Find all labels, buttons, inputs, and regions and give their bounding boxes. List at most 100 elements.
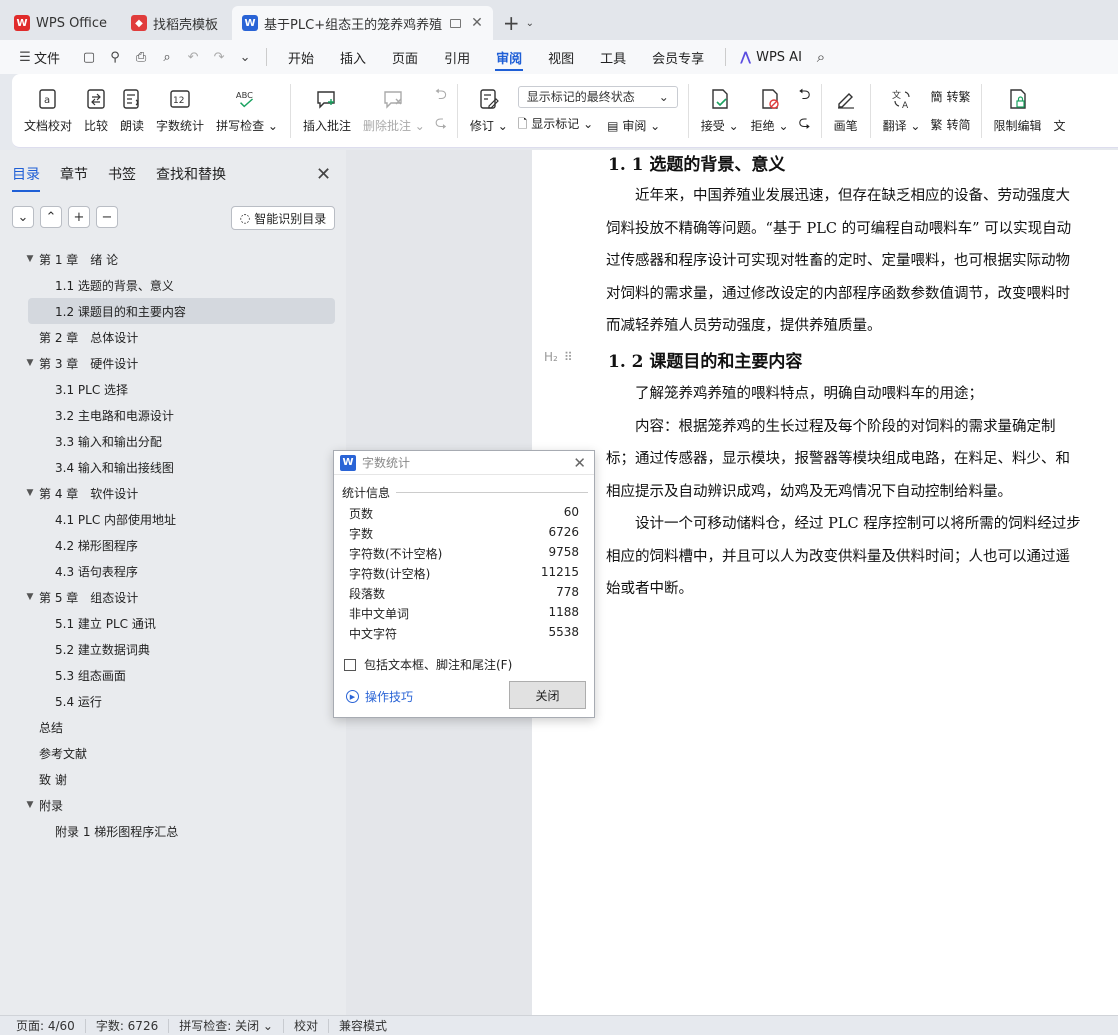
prev-comment-icon[interactable]: ⮌ <box>435 85 447 107</box>
next-comment-icon[interactable]: ⮎ <box>435 113 447 135</box>
toc-item[interactable]: 1.1 选题的背景、意义 <box>0 272 346 298</box>
close-button[interactable]: 关闭 <box>509 681 586 709</box>
show-markup-button[interactable]: 🗋 显示标记 ⌄ <box>518 115 593 136</box>
redo-icon[interactable]: ↷ <box>208 46 230 68</box>
expand-icon[interactable]: ⌄ <box>12 206 34 228</box>
caret-down-icon[interactable]: ▼ <box>24 254 36 264</box>
spell-check-indicator[interactable]: 拼写检查: 关闭 ⌄ <box>169 1018 284 1033</box>
tab-close-icon[interactable]: ✕ <box>471 15 483 31</box>
tab-toc[interactable]: 目录 <box>12 164 40 192</box>
heading-marker[interactable]: H₂ ⠿ <box>544 350 573 364</box>
toc-item[interactable]: 总结 <box>0 714 346 740</box>
text-line[interactable]: 过传感器和程序设计可实现对牲畜的定时、定量喂料，也可根据实际动物 <box>606 245 1070 278</box>
text-line[interactable]: 对饲料的需求量，通过修改设定的内部程序函数参数值调节，改变喂料时 <box>606 278 1070 311</box>
text-line[interactable]: 了解笼养鸡养殖的喂料特点，明确自动喂料车的用途； <box>606 378 983 411</box>
restrict-edit-button[interactable]: 限制编辑 <box>988 78 1048 144</box>
toc-item[interactable]: 参考文献 <box>0 740 346 766</box>
save-icon[interactable]: ▢ <box>78 46 100 68</box>
collapse-icon[interactable]: ⌃ <box>40 206 62 228</box>
toc-item[interactable]: 第 2 章 总体设计 <box>0 324 346 350</box>
toc-item[interactable]: ▼ 第 4 章 软件设计 <box>0 480 346 506</box>
word-count-button[interactable]: 12 字数统计 <box>150 78 210 144</box>
to-traditional-button[interactable]: 簡转繁 <box>930 87 970 107</box>
close-icon[interactable]: ✕ <box>316 164 331 185</box>
minus-icon[interactable]: − <box>96 206 118 228</box>
caret-down-icon[interactable]: ▼ <box>24 488 36 498</box>
tab-template[interactable]: ◆ 找稻壳模板 <box>121 6 229 40</box>
insert-comment-button[interactable]: 插入批注 <box>297 78 357 144</box>
translate-button[interactable]: 文A 翻译 ⌄ <box>877 78 927 144</box>
next-change-icon[interactable]: ⮎ <box>799 113 811 135</box>
text-line[interactable]: 相应的饲料槽中，并且可以人为改变供料量及供料时间；人也可以通过遥 <box>606 541 1070 574</box>
menu-page[interactable]: 页面 <box>379 40 431 74</box>
toc-item[interactable]: 4.2 梯形图程序 <box>0 532 346 558</box>
toc-item[interactable]: 3.3 输入和输出分配 <box>0 428 346 454</box>
text-line[interactable]: 设计一个可移动储料仓，经过 PLC 程序控制可以将所需的饲料经过步 <box>606 508 1081 541</box>
tab-bookmarks[interactable]: 书签 <box>108 164 136 192</box>
tab-find-replace[interactable]: 查找和替换 <box>156 164 226 192</box>
revise-button[interactable]: 修订 ⌄ <box>464 78 514 144</box>
read-aloud-button[interactable]: 朗读 <box>114 78 150 144</box>
toc-item[interactable]: ▼ 第 1 章 绪 论 <box>0 246 346 272</box>
close-icon[interactable]: ✕ <box>573 454 586 472</box>
markup-state-select[interactable]: 显示标记的最终状态 ⌄ <box>517 85 678 108</box>
caret-down-icon[interactable]: ▼ <box>24 592 36 602</box>
chevron-down-icon[interactable]: ⌄ <box>234 46 256 68</box>
text-line[interactable]: 饲料投放不精确等问题。“基于 PLC 的可编程自动喂料车” 可以实现自动 <box>606 213 1071 246</box>
menu-insert[interactable]: 插入 <box>327 40 379 74</box>
delete-comment-button[interactable]: 删除批注 ⌄ <box>357 78 431 144</box>
text-line[interactable]: 内容：根据笼养鸡的生长过程及每个阶段的对饲料的需求量确定制 <box>606 411 1056 444</box>
plus-icon[interactable]: + <box>68 206 90 228</box>
tab-document[interactable]: W 基于PLC+组态王的笼养鸡养殖 ✕ <box>232 6 493 40</box>
undo-icon[interactable]: ↶ <box>182 46 204 68</box>
caret-down-icon[interactable]: ▼ <box>24 358 36 368</box>
new-tab-button[interactable]: + ⌄ <box>497 6 540 40</box>
toc-item[interactable]: 5.3 组态画面 <box>0 662 346 688</box>
to-simplified-button[interactable]: 繁转简 <box>930 115 970 135</box>
toc-item[interactable]: 3.4 输入和输出接线图 <box>0 454 346 480</box>
text-line[interactable]: 近年来，中国养殖业发展迅速，但存在缺乏相应的设备、劳动强度大 <box>606 180 1070 213</box>
file-menu[interactable]: 文件 <box>34 48 60 67</box>
toc-item[interactable]: 5.2 建立数据词典 <box>0 636 346 662</box>
tab-wps-office[interactable]: W WPS Office <box>4 6 118 40</box>
dialog-title-bar[interactable]: W 字数统计 <box>334 451 594 475</box>
menu-home[interactable]: 开始 <box>275 40 327 74</box>
doc-check-button[interactable]: a 文档校对 <box>18 78 78 144</box>
print-preview-icon[interactable]: ⌕ <box>156 46 178 68</box>
toc-item[interactable]: 致 谢 <box>0 766 346 792</box>
smart-toc-button[interactable]: ◌ 智能识别目录 <box>231 206 335 230</box>
toc-item[interactable]: 3.2 主电路和电源设计 <box>0 402 346 428</box>
caret-down-icon[interactable]: ▼ <box>24 800 36 810</box>
hamburger-icon[interactable]: ☰ <box>18 46 32 68</box>
reject-button[interactable]: 拒绝 ⌄ <box>745 78 795 144</box>
toc-item[interactable]: 3.1 PLC 选择 <box>0 376 346 402</box>
toc-item[interactable]: ▼ 第 3 章 硬件设计 <box>0 350 346 376</box>
menu-view[interactable]: 视图 <box>535 40 587 74</box>
compare-button[interactable]: 比较 <box>78 78 114 144</box>
heading-1-2[interactable]: 1. 2 课题目的和主要内容 <box>608 347 802 372</box>
drag-handle-icon[interactable]: ⠿ <box>564 350 573 364</box>
prev-change-icon[interactable]: ⮌ <box>799 85 811 107</box>
toc-item[interactable]: 附录 1 梯形图程序汇总 <box>0 818 346 844</box>
tab-chapters[interactable]: 章节 <box>60 164 88 192</box>
spell-check-button[interactable]: ABC 拼写检查 ⌄ <box>210 78 284 144</box>
toc-item[interactable]: 4.3 语句表程序 <box>0 558 346 584</box>
menu-vip[interactable]: 会员专享 <box>639 40 717 74</box>
text-line[interactable]: 标；通过传感器，显示模块，报警器等模块组成电路，在料足、料少、和 <box>606 443 1070 476</box>
toc-item[interactable]: 5.1 建立 PLC 通讯 <box>0 610 346 636</box>
text-line[interactable]: 始或者中断。 <box>606 573 693 606</box>
toc-item[interactable]: 4.1 PLC 内部使用地址 <box>0 506 346 532</box>
text-truncated-button[interactable]: 文 <box>1048 78 1072 144</box>
menu-review[interactable]: 审阅 <box>483 40 535 74</box>
proofread-indicator[interactable]: 校对 <box>284 1018 329 1033</box>
menu-tools[interactable]: 工具 <box>587 40 639 74</box>
accept-button[interactable]: 接受 ⌄ <box>695 78 745 144</box>
toc-item[interactable]: ▼ 附录 <box>0 792 346 818</box>
review-pane-button[interactable]: ▤ 审阅 ⌄ <box>607 117 660 134</box>
heading-1-1[interactable]: 1. 1 选题的背景、意义 <box>608 150 785 175</box>
pen-button[interactable]: 画笔 <box>828 78 864 144</box>
checkbox-box[interactable] <box>344 658 356 671</box>
include-textbox-checkbox[interactable]: 包括文本框、脚注和尾注(F) <box>344 656 512 673</box>
search-icon[interactable]: ⌕ <box>810 46 832 68</box>
share-icon[interactable]: ⚲ <box>104 46 126 68</box>
